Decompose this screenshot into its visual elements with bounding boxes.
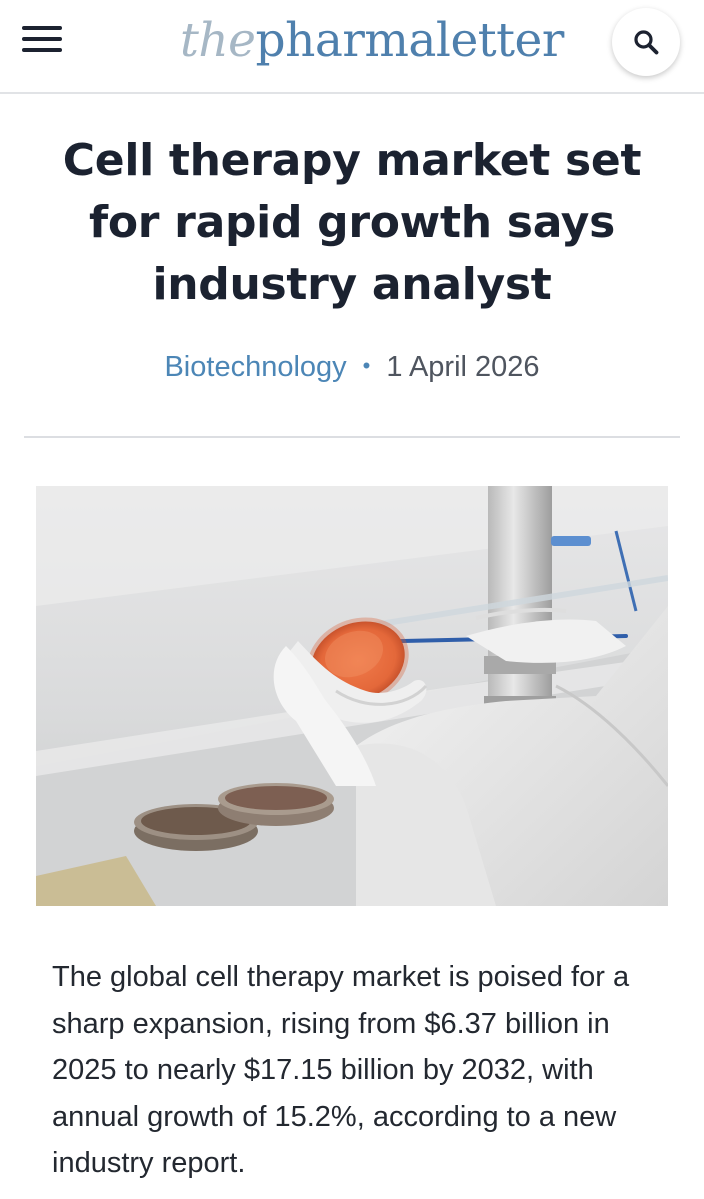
lab-photo-illustration bbox=[36, 486, 668, 906]
divider bbox=[24, 436, 680, 438]
menu-bar bbox=[22, 26, 62, 30]
article-lead-paragraph: The global cell therapy market is poised… bbox=[52, 961, 630, 1179]
logo-prefix: the bbox=[180, 13, 256, 68]
hamburger-menu-icon[interactable] bbox=[22, 24, 64, 54]
menu-bar bbox=[22, 37, 62, 41]
menu-bar bbox=[22, 48, 62, 52]
publish-date: 1 April 2026 bbox=[386, 351, 540, 383]
meta-separator: • bbox=[362, 353, 371, 378]
article-meta: Biotechnology • 1 April 2026 bbox=[0, 344, 704, 389]
site-header: thepharmaletter bbox=[0, 0, 704, 94]
article-hero-image bbox=[36, 486, 668, 906]
article-title: Cell therapy market set for rapid growth… bbox=[62, 135, 642, 310]
search-button[interactable] bbox=[612, 8, 680, 76]
site-logo[interactable]: thepharmaletter bbox=[180, 6, 564, 76]
search-icon bbox=[634, 30, 659, 55]
category-link[interactable]: Biotechnology bbox=[164, 351, 346, 383]
logo-main: pharmaletter bbox=[255, 13, 564, 68]
